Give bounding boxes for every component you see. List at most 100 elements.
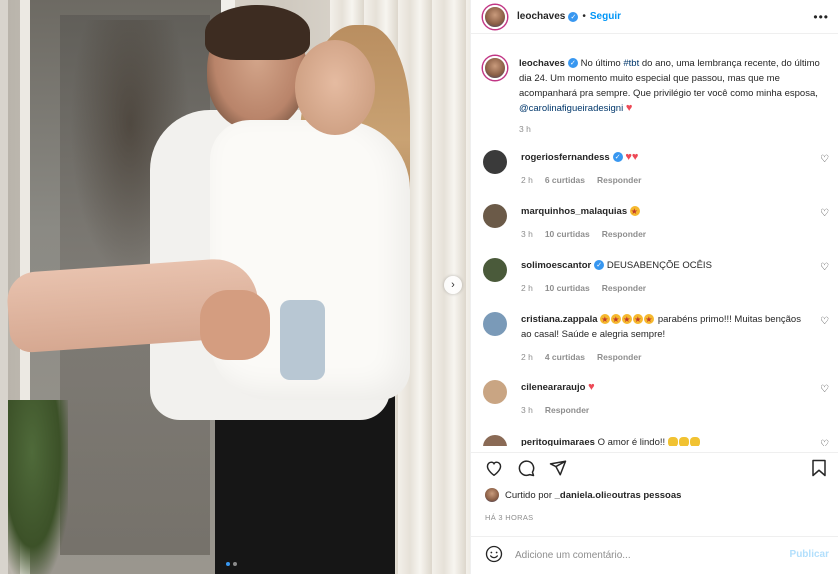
- comment-input[interactable]: [515, 550, 785, 561]
- caption-hashtag[interactable]: #tbt: [623, 58, 639, 69]
- author-avatar[interactable]: [483, 4, 507, 29]
- red-heart-emoji-icon: ♥: [625, 102, 633, 114]
- commenter-avatar[interactable]: [483, 204, 507, 228]
- photo-plant: [8, 400, 68, 574]
- comment-time[interactable]: 2 h: [521, 173, 533, 188]
- reply-button[interactable]: Responder: [602, 281, 646, 296]
- reply-button[interactable]: Responder: [597, 173, 641, 188]
- post-timestamp[interactable]: HÁ 3 HORAS: [485, 513, 533, 522]
- comment-username[interactable]: peritoguimaraes: [521, 437, 595, 446]
- caption-body: leochaves ✓ No último #tbt do ano, uma le…: [519, 56, 831, 137]
- more-options-icon[interactable]: •••: [813, 10, 829, 24]
- comment-username[interactable]: cileneararaujo: [521, 382, 585, 393]
- liker-avatar[interactable]: [485, 488, 499, 502]
- caption-author-avatar[interactable]: [483, 56, 507, 80]
- comment-time[interactable]: 3 h: [521, 403, 533, 418]
- clapping-hands-emoji-icon: [678, 437, 689, 446]
- star-eyes-emoji-icon: [622, 312, 633, 327]
- photo-woman-head: [295, 40, 375, 135]
- comment-bubble-icon[interactable]: [517, 459, 535, 477]
- heart-outline-icon[interactable]: ♡: [820, 316, 829, 327]
- comment-item: solimoescantor ✓ DEUSABENÇÕE OCÊIS 2 h 10…: [483, 258, 833, 296]
- post-photo[interactable]: ›: [0, 0, 470, 574]
- verified-badge-icon: ✓: [594, 260, 605, 271]
- comment-text: DEUSABENÇÕE OCÊIS: [606, 260, 712, 271]
- comment-item: cristiana.zappala parabéns primo!!! Muit…: [483, 312, 833, 365]
- comment-time[interactable]: 2 h: [521, 350, 533, 365]
- comment-username[interactable]: solimoescantor: [521, 260, 591, 271]
- carousel-dots: [226, 562, 237, 566]
- comment-time[interactable]: 2 h: [521, 281, 533, 296]
- verified-badge-icon: ✓: [567, 58, 578, 69]
- follow-button[interactable]: Seguir: [590, 11, 621, 22]
- comment-likes-count[interactable]: 4 curtidas: [545, 350, 585, 365]
- photo-man-hair: [205, 5, 310, 60]
- heart-outline-icon[interactable]: ♡: [820, 384, 829, 395]
- commenter-avatar[interactable]: [483, 150, 507, 174]
- publish-button[interactable]: Publicar: [790, 549, 829, 560]
- commenter-avatar[interactable]: [483, 380, 507, 404]
- bookmark-icon[interactable]: [811, 459, 827, 480]
- comment-body: cristiana.zappala parabéns primo!!! Muit…: [521, 312, 811, 365]
- smiley-icon[interactable]: [485, 545, 503, 566]
- separator-dot: •: [582, 11, 586, 22]
- comment-item: cileneararaujo ♥ 3 h Responder ♡: [483, 380, 833, 418]
- comment-item: rogeriosfernandess ✓ ♥♥ 2 h 6 curtidas Re…: [483, 150, 833, 188]
- commenter-avatar[interactable]: [483, 435, 507, 446]
- commenter-avatar[interactable]: [483, 312, 507, 336]
- star-eyes-emoji-icon: [600, 312, 611, 327]
- heart-outline-icon[interactable]: ♡: [820, 439, 829, 446]
- heart-outline-icon[interactable]: ♡: [820, 262, 829, 273]
- reply-button[interactable]: Responder: [602, 227, 646, 242]
- heart-outline-icon[interactable]: ♡: [820, 154, 829, 165]
- comment-username[interactable]: cristiana.zappala: [521, 314, 598, 325]
- paper-plane-icon[interactable]: [549, 459, 567, 477]
- add-comment-bar: Publicar: [471, 536, 838, 574]
- red-heart-emoji-icon: ♥♥: [625, 151, 639, 163]
- comment-item: peritoguimaraes O amor é lindo!! ♡: [483, 435, 833, 446]
- star-eyes-emoji-icon: [611, 312, 622, 327]
- author-username[interactable]: leochaves: [517, 11, 565, 22]
- carousel-dot: [233, 562, 237, 566]
- comment-body: solimoescantor ✓ DEUSABENÇÕE OCÊIS 2 h 10…: [521, 258, 811, 296]
- comment-body: marquinhos_malaquias 3 h 10 curtidas Res…: [521, 204, 811, 242]
- comment-meta: 2 h 6 curtidas Responder: [521, 173, 811, 188]
- comment-text: O amor é lindo!!: [597, 437, 666, 446]
- post-header: leochaves ✓ • Seguir •••: [471, 0, 838, 34]
- likes-summary: Curtido por _daniela.oli e outras pessoa…: [485, 488, 681, 502]
- heart-outline-icon[interactable]: ♡: [820, 208, 829, 219]
- clapping-hands-emoji-icon: [689, 437, 700, 446]
- comment-meta: 3 h Responder: [521, 403, 811, 418]
- comment-meta: 2 h 10 curtidas Responder: [521, 281, 811, 296]
- reply-button[interactable]: Responder: [597, 350, 641, 365]
- carousel-next-button[interactable]: ›: [444, 276, 462, 294]
- likes-prefix: Curtido por: [505, 489, 552, 501]
- comment-username[interactable]: marquinhos_malaquias: [521, 206, 627, 217]
- post-actions-bar: [471, 452, 838, 482]
- photo-shorts: [280, 300, 325, 380]
- comment-meta: 2 h 4 curtidas Responder: [521, 350, 811, 365]
- comment-body: peritoguimaraes O amor é lindo!!: [521, 435, 811, 446]
- reply-button[interactable]: Responder: [545, 403, 589, 418]
- comment-meta: 3 h 10 curtidas Responder: [521, 227, 811, 242]
- star-eyes-emoji-icon: [633, 312, 644, 327]
- heart-outline-icon[interactable]: [485, 459, 503, 477]
- comment-body: rogeriosfernandess ✓ ♥♥ 2 h 6 curtidas Re…: [521, 150, 811, 188]
- comment-likes-count[interactable]: 6 curtidas: [545, 173, 585, 188]
- comment-likes-count[interactable]: 10 curtidas: [545, 227, 590, 242]
- caption-mention[interactable]: @carolinafigueiradesigni: [519, 103, 623, 114]
- comment-username[interactable]: rogeriosfernandess: [521, 152, 610, 163]
- comment-time[interactable]: 3 h: [521, 227, 533, 242]
- commenter-avatar[interactable]: [483, 258, 507, 282]
- liker-username[interactable]: _daniela.oli: [555, 490, 607, 501]
- chevron-right-icon: ›: [451, 279, 455, 291]
- red-heart-emoji-icon: ♥: [588, 381, 595, 393]
- verified-badge-icon: ✓: [568, 11, 579, 22]
- comment-likes-count[interactable]: 10 curtidas: [545, 281, 590, 296]
- likes-others-link[interactable]: outras pessoas: [612, 490, 682, 501]
- caption-username[interactable]: leochaves: [519, 58, 565, 69]
- comment-body: cileneararaujo ♥ 3 h Responder: [521, 380, 811, 418]
- comment-item: marquinhos_malaquias 3 h 10 curtidas Res…: [483, 204, 833, 242]
- star-eyes-emoji-icon: [629, 204, 640, 219]
- comments-list[interactable]: leochaves ✓ No último #tbt do ano, uma le…: [471, 34, 838, 446]
